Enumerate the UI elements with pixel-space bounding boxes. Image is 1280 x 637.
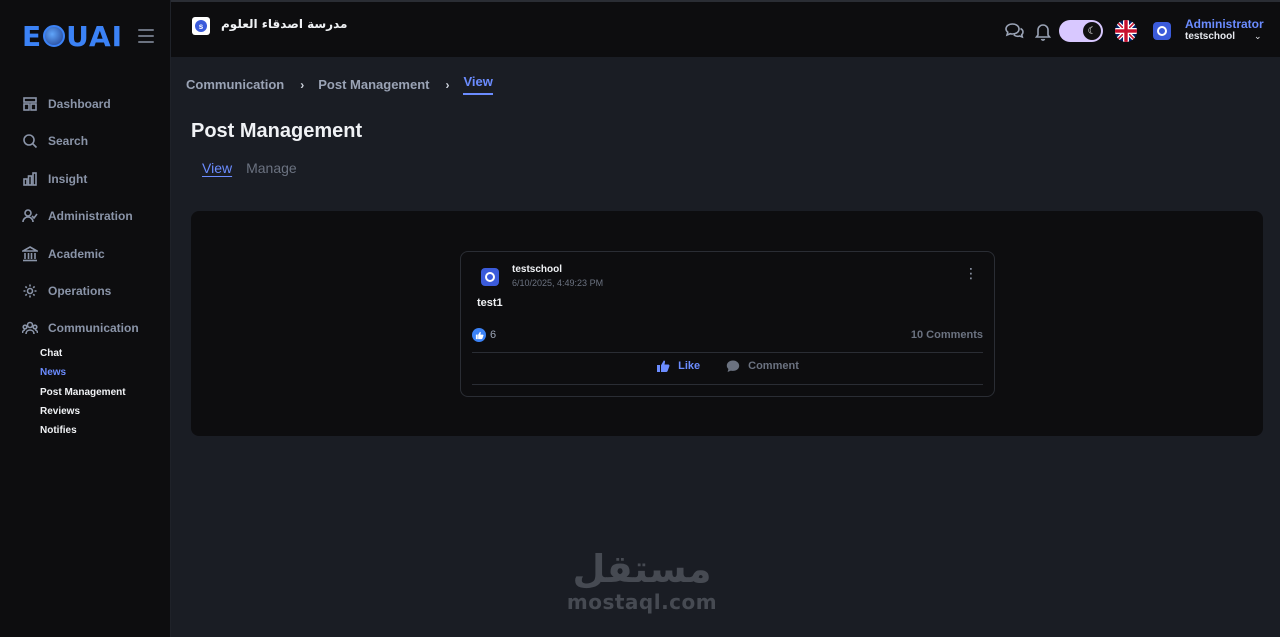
sidebar-item-insight[interactable]: Insight xyxy=(22,167,87,191)
sidebar: E UAI Dashboard Search Insight Administr… xyxy=(0,0,171,637)
sidebar-subitem-notifies[interactable]: Notifies xyxy=(40,425,77,436)
sidebar-item-label: Search xyxy=(48,134,89,148)
sidebar-item-label: Operations xyxy=(48,284,112,298)
divider xyxy=(472,352,983,353)
chat-icon[interactable] xyxy=(1003,20,1025,42)
breadcrumb-post-management[interactable]: Post Management xyxy=(318,77,429,92)
sidebar-item-dashboard[interactable]: Dashboard xyxy=(22,92,111,116)
sidebar-item-label: Dashboard xyxy=(48,97,111,111)
sidebar-item-search[interactable]: Search xyxy=(22,129,88,153)
user-name[interactable]: testschool xyxy=(1185,31,1235,42)
thumbs-up-icon xyxy=(657,360,670,372)
school-logo[interactable]: s xyxy=(192,17,210,35)
uk-flag-icon[interactable] xyxy=(1115,20,1137,42)
sidebar-subitem-chat[interactable]: Chat xyxy=(40,348,62,359)
post-date: 6/10/2025, 4:49:23 PM xyxy=(512,278,604,288)
divider xyxy=(472,384,983,385)
watermark-arabic: مستقل xyxy=(572,547,712,591)
post-reactions[interactable]: 6 xyxy=(472,328,496,342)
chevron-right-icon: › xyxy=(300,77,305,92)
page-title: Post Management xyxy=(191,120,363,142)
post-card: testschool 6/10/2025, 4:49:23 PM ⋮ test1… xyxy=(460,251,995,397)
post-actions: Like Comment xyxy=(461,359,994,373)
tab-manage[interactable]: Manage xyxy=(246,160,297,176)
user-check-icon xyxy=(22,209,38,223)
comment-icon xyxy=(726,360,740,372)
dashboard-icon xyxy=(23,97,37,111)
breadcrumb: Communication › Post Management › View xyxy=(186,74,493,95)
sidebar-item-operations[interactable]: Operations xyxy=(22,279,111,303)
tab-view[interactable]: View xyxy=(202,160,232,176)
search-icon xyxy=(23,134,38,149)
sidebar-subitem-reviews[interactable]: Reviews xyxy=(40,406,80,417)
chevron-right-icon: › xyxy=(445,77,450,92)
likes-count: 6 xyxy=(490,329,497,341)
users-icon xyxy=(22,321,38,335)
post-author[interactable]: testschool xyxy=(512,264,562,275)
sidebar-item-label: Academic xyxy=(48,247,105,261)
sidebar-item-label: Communication xyxy=(48,321,139,335)
watermark-latin: mostaql.com xyxy=(566,590,718,614)
bank-icon xyxy=(22,246,38,262)
topbar: s مدرسة اصدقاء العلوم ☾ Administrator te… xyxy=(171,0,1280,57)
posts-panel: testschool 6/10/2025, 4:49:23 PM ⋮ test1… xyxy=(191,211,1263,436)
sidebar-item-label: Administration xyxy=(48,209,133,223)
chevron-down-icon[interactable]: ⌄ xyxy=(1254,31,1262,42)
breadcrumb-view[interactable]: View xyxy=(463,74,493,95)
chart-icon xyxy=(23,172,37,186)
comment-label: Comment xyxy=(748,360,799,372)
sidebar-item-communication[interactable]: Communication xyxy=(22,316,139,340)
school-name: مدرسة اصدقاء العلوم xyxy=(221,17,348,31)
sidebar-subitem-news[interactable]: News xyxy=(40,367,66,378)
tabs: View Manage xyxy=(202,160,297,176)
logo-text-right: UAI xyxy=(66,19,124,53)
breadcrumb-communication[interactable]: Communication xyxy=(186,77,284,92)
logo[interactable]: E UAI xyxy=(22,18,162,54)
hamburger-menu-icon[interactable] xyxy=(138,29,154,43)
watermark: مستقل mostaql.com xyxy=(562,548,722,614)
more-vertical-icon[interactable]: ⋮ xyxy=(964,266,978,280)
thumbs-up-icon xyxy=(472,328,486,342)
avatar-icon[interactable] xyxy=(1153,22,1171,40)
user-role[interactable]: Administrator xyxy=(1185,17,1264,31)
sidebar-item-administration[interactable]: Administration xyxy=(22,204,133,228)
moon-icon: ☾ xyxy=(1083,22,1101,40)
like-button[interactable]: Like xyxy=(656,359,700,373)
logo-text-left: E xyxy=(22,19,43,53)
comment-button[interactable]: Comment xyxy=(726,359,799,373)
like-label: Like xyxy=(678,360,701,372)
comments-count[interactable]: 10 Comments xyxy=(911,329,983,341)
theme-toggle[interactable]: ☾ xyxy=(1059,20,1103,42)
sidebar-item-academic[interactable]: Academic xyxy=(22,242,105,266)
gear-icon xyxy=(23,284,37,298)
sidebar-item-label: Insight xyxy=(48,172,88,186)
post-body: test1 xyxy=(477,297,503,309)
bell-icon[interactable] xyxy=(1032,20,1054,42)
globe-icon xyxy=(43,25,66,47)
post-author-avatar[interactable] xyxy=(481,268,499,286)
sidebar-subitem-post-management[interactable]: Post Management xyxy=(40,387,126,398)
